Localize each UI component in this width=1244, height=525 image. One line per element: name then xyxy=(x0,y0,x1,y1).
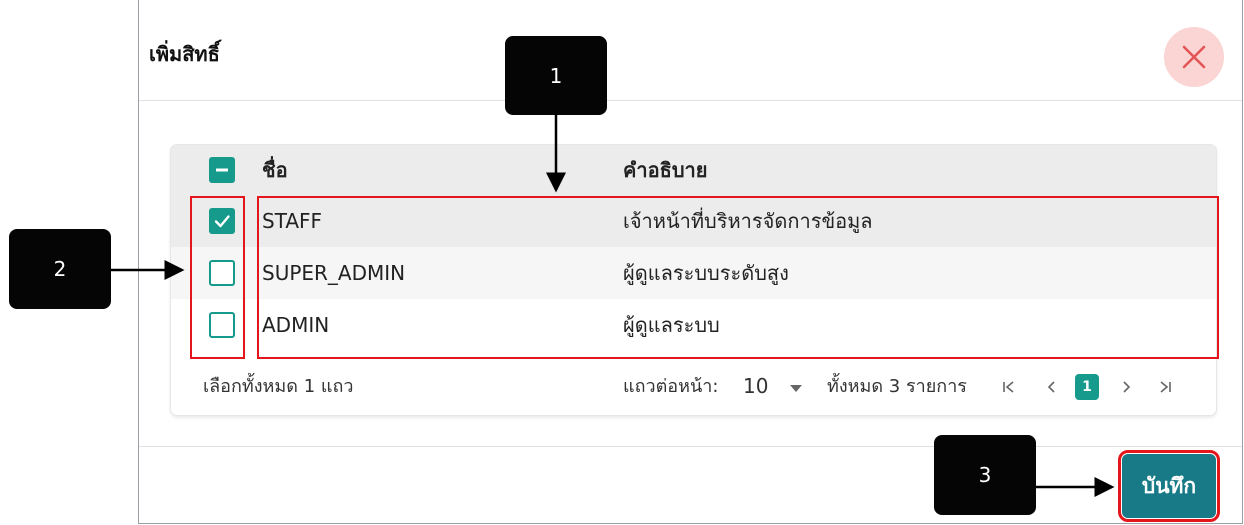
add-permission-dialog: เพิ่มสิทธิ์ ชื่อ คำอธิบาย STAFF เจ้าหน้า… xyxy=(138,0,1243,524)
rows-per-page-label: แถวต่อหน้า: xyxy=(623,376,719,397)
rows-per-page-select[interactable]: 10 xyxy=(743,358,803,415)
save-button[interactable]: บันทึก xyxy=(1118,450,1220,522)
select-all-checkbox[interactable] xyxy=(209,157,235,183)
dialog-title: เพิ่มสิทธิ์ xyxy=(149,42,220,66)
table-footer: เลือกทั้งหมด 1 แถว แถวต่อหน้า: 10 ทั้งหม… xyxy=(171,358,1216,415)
row-description: ผู้ดูแลระบบระดับสูง xyxy=(623,261,789,285)
callout-3: 3 xyxy=(934,435,1036,515)
permission-table: ชื่อ คำอธิบาย STAFF เจ้าหน้าที่บริหารจัด… xyxy=(171,145,1216,415)
first-page-button[interactable] xyxy=(997,374,1021,400)
minus-icon xyxy=(216,168,228,172)
footer-divider xyxy=(139,446,1242,447)
close-icon xyxy=(1182,45,1206,69)
row-checkbox[interactable] xyxy=(209,208,235,234)
callout-2: 2 xyxy=(9,229,111,309)
rows-per-page-value: 10 xyxy=(743,374,769,398)
selected-count-text: เลือกทั้งหมด 1 แถว xyxy=(203,376,354,397)
total-items-text: ทั้งหมด 3 รายการ xyxy=(827,376,967,397)
row-description: ผู้ดูแลระบบ xyxy=(623,313,720,337)
row-name: STAFF xyxy=(262,209,323,233)
row-name: SUPER_ADMIN xyxy=(262,261,406,285)
prev-page-button[interactable] xyxy=(1040,374,1064,400)
caret-down-icon xyxy=(789,385,802,392)
column-header-name: ชื่อ xyxy=(262,158,288,182)
chevron-right-icon xyxy=(1123,381,1131,393)
check-icon xyxy=(214,215,230,228)
callout-1: 1 xyxy=(505,36,607,115)
row-checkbox[interactable] xyxy=(209,312,235,338)
table-row[interactable]: SUPER_ADMIN ผู้ดูแลระบบระดับสูง xyxy=(171,247,1216,299)
page-1-button[interactable]: 1 xyxy=(1075,374,1099,400)
first-page-icon xyxy=(1003,381,1014,393)
table-row[interactable]: STAFF เจ้าหน้าที่บริหารจัดการข้อมูล xyxy=(171,195,1216,247)
row-checkbox[interactable] xyxy=(209,260,235,286)
chevron-left-icon xyxy=(1047,381,1055,393)
last-page-button[interactable] xyxy=(1153,374,1177,400)
close-button[interactable] xyxy=(1164,27,1224,87)
table-row[interactable]: ADMIN ผู้ดูแลระบบ xyxy=(171,299,1216,351)
next-page-button[interactable] xyxy=(1114,374,1138,400)
last-page-icon xyxy=(1160,381,1171,393)
table-header: ชื่อ คำอธิบาย xyxy=(171,145,1216,195)
row-name: ADMIN xyxy=(262,313,330,337)
row-description: เจ้าหน้าที่บริหารจัดการข้อมูล xyxy=(623,209,873,233)
header-divider xyxy=(139,100,1242,101)
column-header-description: คำอธิบาย xyxy=(623,158,708,182)
